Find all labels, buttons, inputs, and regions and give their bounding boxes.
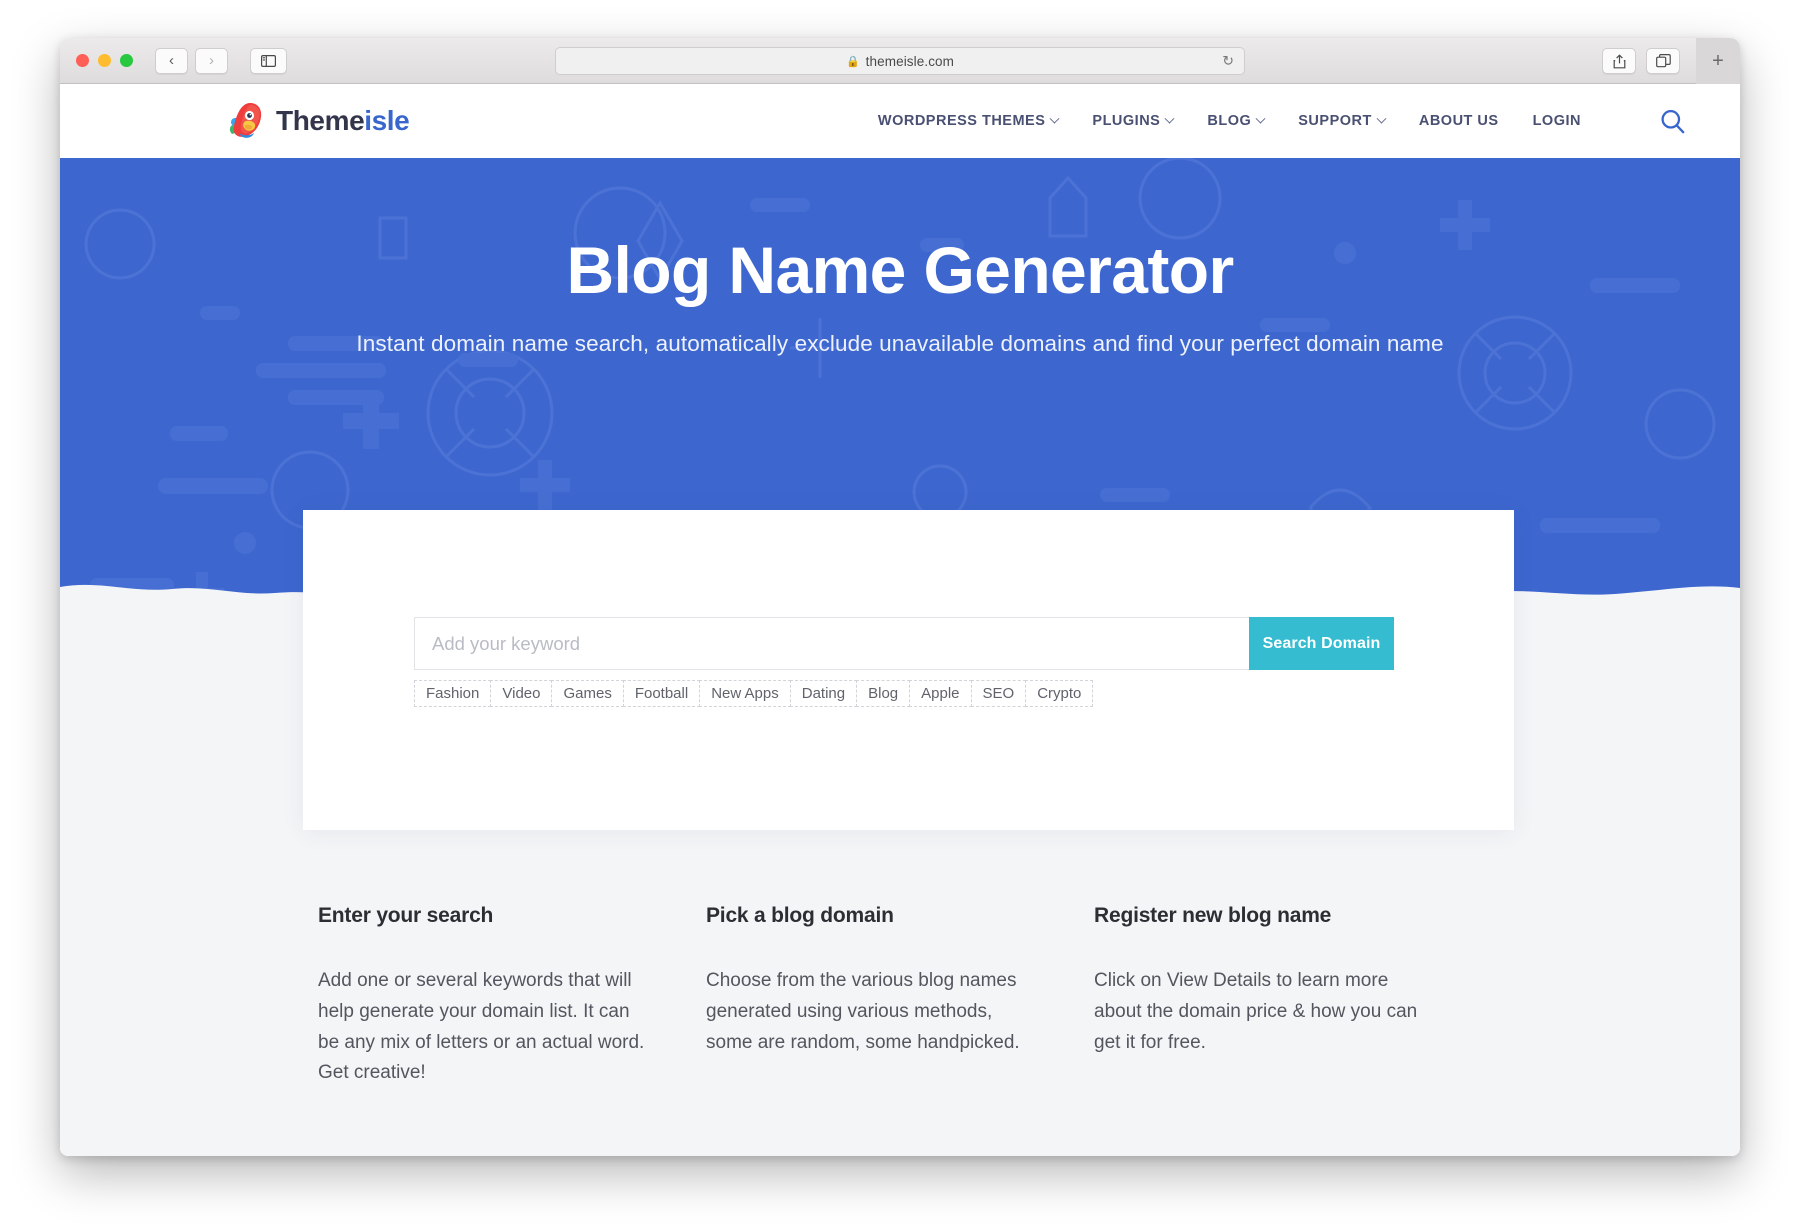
tag-apple[interactable]: Apple: [909, 680, 972, 707]
new-tab-icon: +: [1712, 49, 1724, 72]
search-domain-button[interactable]: Search Domain: [1249, 617, 1394, 670]
info-body: Click on View Details to learn more abou…: [1094, 970, 1418, 1053]
page-title: Blog Name Generator: [566, 233, 1234, 307]
tag-blog[interactable]: Blog: [856, 680, 911, 707]
tag-seo[interactable]: SEO: [970, 680, 1027, 707]
search-form: Search Domain: [414, 617, 1394, 670]
chevron-down-icon: [1049, 113, 1060, 124]
hero-content: Blog Name Generator Instant domain name …: [60, 158, 1740, 357]
tag-dating[interactable]: Dating: [789, 680, 858, 707]
maximize-window-button[interactable]: [120, 54, 133, 67]
info-title: Enter your search: [318, 904, 494, 927]
nav-label: WORDPRESS THEMES: [877, 113, 1046, 129]
show-tabs-button[interactable]: [1646, 48, 1680, 74]
toolbar-right: +: [1602, 38, 1740, 84]
back-button[interactable]: ‹: [155, 47, 188, 74]
info-body: Choose from the various blog names gener…: [706, 970, 1020, 1053]
share-icon: [1613, 53, 1625, 68]
tabs-icon: [1655, 54, 1671, 68]
nav-label: PLUGINS: [1092, 113, 1161, 129]
search-input[interactable]: [414, 617, 1249, 670]
info-title: Pick a blog domain: [706, 904, 894, 927]
search-card: Search Domain Fashion Video Games Footba…: [303, 510, 1514, 830]
tag-football[interactable]: Football: [622, 680, 701, 707]
info-title: Register new blog name: [1094, 904, 1332, 927]
site-search-button[interactable]: [1659, 108, 1686, 135]
tag-crypto[interactable]: Crypto: [1025, 680, 1094, 707]
nav-item-support[interactable]: SUPPORT: [1298, 113, 1387, 129]
new-tab-button[interactable]: +: [1696, 38, 1740, 84]
forward-button[interactable]: ›: [195, 47, 228, 74]
nav-label: LOGIN: [1532, 113, 1581, 129]
logo-text-blue: isle: [364, 105, 410, 136]
sidebar-icon: [261, 54, 276, 67]
nav-label: BLOG: [1207, 113, 1252, 129]
site-header: Themeisle WORDPRESS THEMES PLUGINS BLOG: [60, 84, 1740, 158]
tag-fashion[interactable]: Fashion: [414, 680, 492, 707]
tag-video[interactable]: Video: [490, 680, 553, 707]
nav-item-wordpress-themes[interactable]: WORDPRESS THEMES: [877, 113, 1060, 129]
nav-label: ABOUT US: [1418, 113, 1499, 129]
nav-item-about-us[interactable]: ABOUT US: [1419, 113, 1499, 129]
browser-window: ‹ › 🔒 themeisle.com ↻ + Themeisle WORDPR…: [60, 38, 1740, 1156]
window-controls: [76, 54, 133, 67]
parrot-logo-icon: [226, 100, 266, 142]
url-text: themeisle.com: [865, 53, 955, 69]
hero-subtitle: Instant domain name search, automaticall…: [356, 331, 1444, 357]
info-column-enter-your-search: Enter your search Add one or several key…: [318, 904, 706, 1089]
toggle-sidebar-button[interactable]: [250, 47, 287, 74]
nav-label: SUPPORT: [1298, 113, 1372, 129]
share-button[interactable]: [1602, 48, 1636, 74]
logo-text: Themeisle: [276, 105, 410, 137]
site-logo[interactable]: Themeisle: [226, 100, 410, 142]
tag-games[interactable]: Games: [551, 680, 624, 707]
info-column-register-new-blog-name: Register new blog name Click on View Det…: [1094, 904, 1482, 1089]
close-window-button[interactable]: [76, 54, 89, 67]
navigation-buttons: ‹ ›: [155, 47, 228, 74]
minimize-window-button[interactable]: [98, 54, 111, 67]
info-body: Add one or several keywords that will he…: [318, 970, 645, 1084]
nav-item-blog[interactable]: BLOG: [1207, 113, 1266, 129]
chevron-down-icon: [1164, 113, 1175, 124]
lock-icon: 🔒: [845, 55, 860, 68]
page-viewport: Themeisle WORDPRESS THEMES PLUGINS BLOG: [60, 84, 1740, 1156]
info-column-pick-a-blog-domain: Pick a blog domain Choose from the vario…: [706, 904, 1094, 1089]
back-icon: ‹: [169, 52, 174, 69]
main-navigation: WORDPRESS THEMES PLUGINS BLOG SUPPORT AB…: [878, 108, 1686, 135]
forward-icon: ›: [209, 52, 214, 69]
nav-item-login[interactable]: LOGIN: [1533, 113, 1581, 129]
tag-new-apps[interactable]: New Apps: [699, 680, 791, 707]
search-icon: [1661, 109, 1685, 133]
browser-titlebar: ‹ › 🔒 themeisle.com ↻ +: [60, 38, 1740, 84]
suggested-keyword-tags: Fashion Video Games Football New Apps Da…: [414, 680, 1094, 707]
chevron-down-icon: [1376, 113, 1387, 124]
logo-text-dark: Theme: [276, 105, 365, 136]
chevron-down-icon: [1255, 113, 1266, 124]
address-bar[interactable]: 🔒 themeisle.com ↻: [555, 47, 1245, 75]
info-columns: Enter your search Add one or several key…: [60, 904, 1740, 1089]
reload-icon[interactable]: ↻: [1222, 53, 1234, 70]
nav-item-plugins[interactable]: PLUGINS: [1092, 113, 1175, 129]
